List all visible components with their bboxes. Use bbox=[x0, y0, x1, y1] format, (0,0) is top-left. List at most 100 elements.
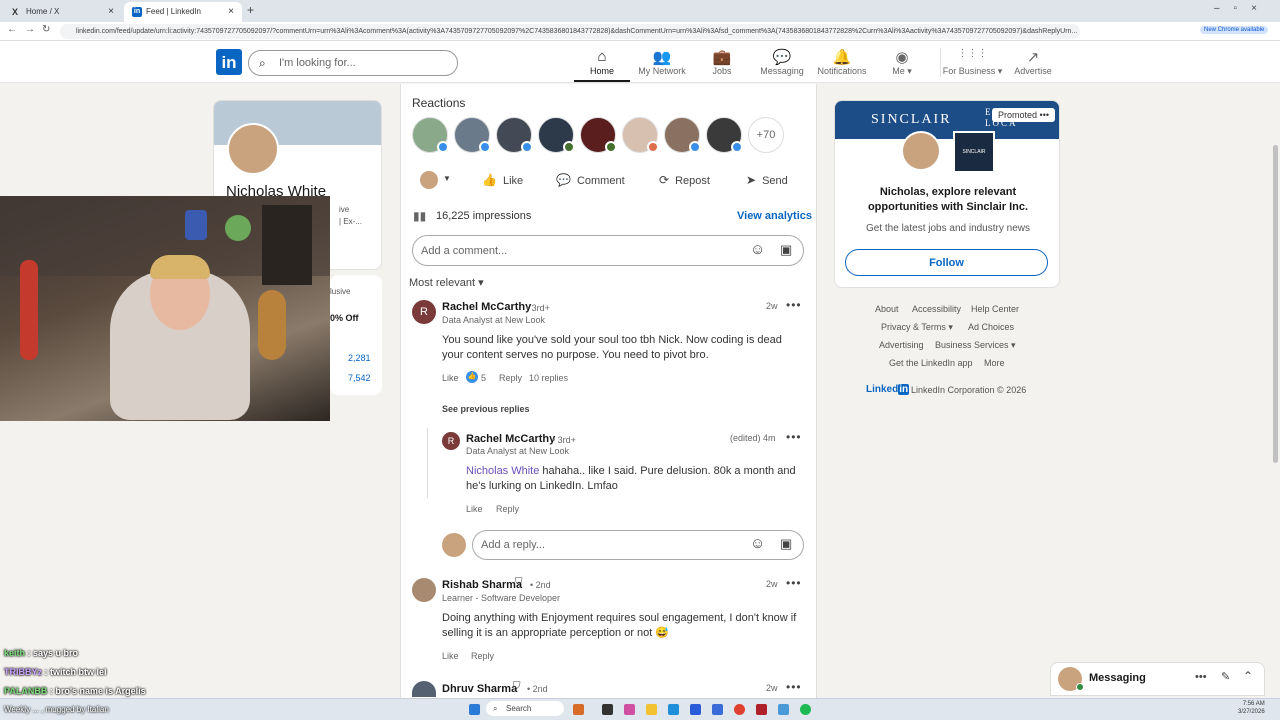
nav-advertise[interactable]: ↗ Advertise bbox=[1003, 48, 1063, 76]
comment-like-count[interactable]: 5 bbox=[481, 373, 486, 383]
commenter-avatar[interactable] bbox=[412, 578, 436, 602]
comment-button[interactable]: 💬 Comment bbox=[556, 173, 625, 187]
forward-icon[interactable]: → bbox=[25, 24, 35, 35]
reply-like-button[interactable]: Like bbox=[466, 504, 483, 514]
reactor-avatar[interactable] bbox=[622, 117, 659, 153]
footer-link-get-app[interactable]: Get the LinkedIn app bbox=[889, 358, 973, 368]
page-scrollbar[interactable] bbox=[1273, 145, 1278, 463]
url-bar[interactable]: linkedin.com/feed/update/urn:li:activity… bbox=[60, 24, 1080, 39]
image-icon[interactable]: ▣ bbox=[780, 536, 792, 552]
repost-button[interactable]: ⟳ Repost bbox=[659, 173, 710, 187]
commenter-name[interactable]: Rishab Sharma bbox=[442, 579, 522, 591]
file-explorer-icon[interactable] bbox=[646, 704, 657, 715]
comment-reply-button[interactable]: Reply bbox=[471, 651, 494, 661]
emoji-icon[interactable]: ☺ bbox=[750, 241, 765, 258]
commenter-avatar[interactable]: R bbox=[442, 432, 460, 450]
messaging-widget[interactable]: Messaging ••• ✎ ⌃ bbox=[1050, 662, 1265, 696]
nav-my-network[interactable]: 👥 My Network bbox=[632, 48, 692, 76]
new-tab-icon[interactable]: + bbox=[247, 3, 254, 17]
emoji-icon[interactable]: ☺ bbox=[750, 535, 765, 552]
footer-link-about[interactable]: About bbox=[875, 304, 899, 314]
commenter-name[interactable]: Dhruv Sharma bbox=[442, 683, 517, 695]
taskbar-app-icon[interactable] bbox=[573, 704, 584, 715]
taskbar-search[interactable]: ⌕ Search bbox=[486, 701, 564, 716]
comment-input[interactable]: Add a comment... ☺ ▣ bbox=[412, 235, 804, 266]
reactor-avatar[interactable] bbox=[454, 117, 491, 153]
window-controls[interactable]: –▫× bbox=[1214, 3, 1271, 14]
profile-viewers-count[interactable]: 2,281 bbox=[348, 353, 371, 363]
reactor-avatar[interactable] bbox=[538, 117, 575, 153]
nav-for-business[interactable]: ⋮⋮⋮ For Business ▾ bbox=[940, 48, 1004, 77]
taskbar-app-icon[interactable] bbox=[756, 704, 767, 715]
follow-button[interactable]: Follow bbox=[845, 249, 1048, 276]
nav-me[interactable]: ◉ Me ▾ bbox=[872, 48, 932, 77]
footer-link-business-services[interactable]: Business Services ▾ bbox=[935, 340, 1016, 351]
comment-reply-button[interactable]: Reply bbox=[499, 373, 522, 383]
nav-jobs[interactable]: 💼 Jobs bbox=[692, 48, 752, 76]
reload-icon[interactable]: ↻ bbox=[42, 24, 50, 35]
like-button[interactable]: 👍 Like bbox=[482, 173, 523, 187]
sort-dropdown[interactable]: Most relevant ▾ bbox=[409, 276, 484, 289]
nav-home[interactable]: ⌂ Home bbox=[572, 48, 632, 82]
more-reactions-button[interactable]: +70 bbox=[748, 117, 784, 153]
profile-avatar[interactable] bbox=[227, 123, 279, 175]
mention-link[interactable]: Nicholas White bbox=[466, 465, 539, 477]
nav-messaging[interactable]: 💬 Messaging bbox=[752, 48, 812, 76]
search-input[interactable]: ⌕ I'm looking for... bbox=[248, 50, 458, 76]
more-options-icon[interactable]: ••• bbox=[786, 576, 802, 590]
more-options-icon[interactable]: ••• bbox=[1195, 671, 1207, 683]
footer-link-advertising[interactable]: Advertising bbox=[879, 340, 924, 350]
view-analytics-link[interactable]: View analytics bbox=[737, 210, 812, 222]
nav-notifications[interactable]: 🔔 Notifications bbox=[812, 48, 872, 76]
footer-link-ad-choices[interactable]: Ad Choices bbox=[968, 322, 1014, 332]
taskbar-app-icon[interactable] bbox=[690, 704, 701, 715]
more-options-icon[interactable]: ••• bbox=[786, 430, 802, 444]
tab-linkedin-feed[interactable]: in Feed | LinkedIn × bbox=[124, 2, 242, 22]
footer-link-accessibility[interactable]: Accessibility bbox=[912, 304, 961, 314]
reactor-avatar[interactable] bbox=[580, 117, 617, 153]
commenter-name[interactable]: Rachel McCarthy bbox=[466, 433, 555, 445]
reactor-avatar[interactable] bbox=[496, 117, 533, 153]
footer-link-more[interactable]: More bbox=[984, 358, 1005, 368]
reactor-avatar[interactable] bbox=[706, 117, 743, 153]
chevron-up-icon[interactable]: ⌃ bbox=[1243, 669, 1253, 683]
chrome-icon[interactable] bbox=[734, 704, 745, 715]
taskbar-app-icon[interactable] bbox=[624, 704, 635, 715]
spotify-icon[interactable] bbox=[800, 704, 811, 715]
footer-link-help-center[interactable]: Help Center bbox=[971, 304, 1019, 314]
back-icon[interactable]: ← bbox=[7, 24, 17, 35]
reactor-avatar[interactable] bbox=[664, 117, 701, 153]
close-tab-icon[interactable]: × bbox=[228, 2, 234, 22]
comment-like-button[interactable]: Like bbox=[442, 651, 459, 661]
taskbar-app-icon[interactable] bbox=[712, 704, 723, 715]
more-options-icon[interactable]: ••• bbox=[786, 298, 802, 312]
commenter-avatar[interactable]: R bbox=[412, 300, 436, 324]
commenter-name[interactable]: Rachel McCarthy bbox=[442, 301, 531, 313]
actor-avatar[interactable] bbox=[420, 171, 438, 189]
comment-replies-count[interactable]: 10 replies bbox=[529, 373, 568, 383]
chevron-down-icon[interactable]: ▼ bbox=[443, 174, 451, 183]
more-options-icon[interactable]: ••• bbox=[786, 680, 802, 694]
see-previous-replies-button[interactable]: See previous replies bbox=[442, 404, 530, 414]
reply-reply-button[interactable]: Reply bbox=[496, 504, 519, 514]
edge-icon[interactable] bbox=[668, 704, 679, 715]
my-avatar[interactable] bbox=[442, 533, 466, 557]
close-tab-icon[interactable]: × bbox=[108, 2, 114, 22]
taskbar-app-icon[interactable] bbox=[778, 704, 789, 715]
linkedin-logo-icon[interactable]: in bbox=[216, 49, 242, 75]
reactor-avatar[interactable] bbox=[412, 117, 449, 153]
windows-start-icon[interactable] bbox=[469, 704, 480, 715]
system-clock[interactable]: 7:56 AM 3/27/2026 bbox=[1238, 700, 1265, 716]
chrome-update-notice[interactable]: New Chrome available bbox=[1200, 26, 1269, 34]
post-impressions-count[interactable]: 7,542 bbox=[348, 373, 371, 383]
footer-link-privacy-terms[interactable]: Privacy & Terms ▾ bbox=[881, 322, 953, 333]
image-icon[interactable]: ▣ bbox=[780, 242, 792, 258]
compose-icon[interactable]: ✎ bbox=[1221, 670, 1230, 683]
promoted-label[interactable]: Promoted ••• bbox=[992, 108, 1055, 122]
send-button[interactable]: ➤ Send bbox=[746, 173, 788, 187]
reply-input[interactable]: Add a reply... ☺ ▣ bbox=[472, 530, 804, 560]
tab-home-x[interactable]: X Home / X × bbox=[4, 2, 122, 22]
comment-like-button[interactable]: Like bbox=[442, 373, 459, 383]
taskbar-app-icon[interactable] bbox=[602, 704, 613, 715]
premium-promo-offer[interactable]: 0% Off bbox=[330, 313, 359, 323]
